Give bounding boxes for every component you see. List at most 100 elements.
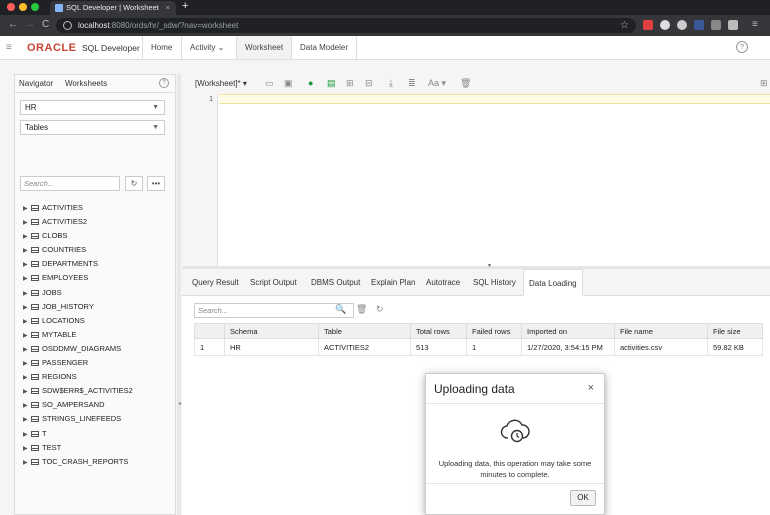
extension-icon[interactable] [677, 20, 687, 30]
collapse-down-icon[interactable]: ▾ [488, 262, 491, 269]
tab-data-modeler[interactable]: Data Modeler [291, 36, 358, 59]
object-type-select[interactable]: Tables ▼ [20, 120, 165, 135]
expand-icon[interactable]: ▶ [23, 230, 31, 244]
tree-item-table[interactable]: ▶ LOCATIONS [23, 314, 173, 328]
tab-worksheet[interactable]: Worksheet [236, 36, 292, 59]
expand-icon[interactable]: ▶ [23, 301, 31, 315]
tree-item-table[interactable]: ▶ EMPLOYEES [23, 271, 173, 285]
browser-tab[interactable]: SQL Developer | Worksheet × [50, 1, 176, 15]
tab-dbms-output[interactable]: DBMS Output [311, 269, 360, 296]
tree-item-table[interactable]: ▶ REGIONS [23, 370, 173, 384]
expand-icon[interactable]: ▶ [23, 272, 31, 286]
expand-icon[interactable]: ▶ [23, 357, 31, 371]
minimize-window-icon[interactable] [19, 3, 27, 11]
expand-icon[interactable]: ▶ [23, 244, 31, 258]
trash-icon[interactable]: 🗑 [460, 78, 471, 89]
expand-icon[interactable]: ▶ [23, 202, 31, 216]
help-icon[interactable]: ? [736, 41, 748, 53]
tab-sql-history[interactable]: SQL History [473, 269, 516, 296]
expand-icon[interactable]: ▶ [23, 315, 31, 329]
table-row[interactable]: 1 HR ACTIVITIES2 513 1 1/27/2020, 3:54:1… [194, 338, 763, 356]
trash-icon[interactable]: 🗑 [356, 304, 367, 315]
expand-icon[interactable]: ▶ [23, 258, 31, 272]
extension-icon[interactable] [711, 20, 721, 30]
expand-icon[interactable]: ▶ [23, 428, 31, 442]
reload-icon[interactable]: C [42, 19, 49, 30]
tree-item-table[interactable]: ▶ CLOBS [23, 229, 173, 243]
text-case-icon[interactable]: Aa ▾ [428, 78, 446, 89]
close-window-icon[interactable] [7, 3, 15, 11]
tree-item-table[interactable]: ▶ T [23, 427, 173, 441]
more-options-button[interactable]: ••• [147, 176, 165, 191]
column-header[interactable]: Failed rows [466, 323, 522, 339]
tree-item-table[interactable]: ▶ ACTIVITIES [23, 201, 173, 215]
tab-data-loading[interactable]: Data Loading [523, 269, 583, 296]
address-bar[interactable]: localhost:8080/ords/hr/_sdw/?nav=workshe… [56, 18, 636, 33]
column-header[interactable]: Total rows [410, 323, 467, 339]
tree-item-table[interactable]: ▶ STRINGS_LINEFEEDS [23, 412, 173, 426]
settings-icon[interactable]: ⊞ [760, 78, 768, 89]
refresh-button[interactable]: ↻ [125, 176, 143, 191]
tab-query-result[interactable]: Query Result [192, 269, 239, 296]
expand-icon[interactable]: ▶ [23, 329, 31, 343]
tab-script-output[interactable]: Script Output [250, 269, 297, 296]
bookmark-star-icon[interactable]: ☆ [620, 18, 629, 33]
column-header[interactable]: Table [318, 323, 411, 339]
panel-splitter[interactable]: ◂ [177, 74, 181, 515]
help-icon[interactable]: ? [159, 78, 169, 88]
expand-icon[interactable]: ▶ [23, 371, 31, 385]
refresh-icon[interactable]: ↻ [376, 304, 384, 315]
extension-icon[interactable] [660, 20, 670, 30]
info-icon[interactable] [63, 21, 72, 30]
expand-icon[interactable]: ▶ [23, 287, 31, 301]
close-icon[interactable]: × [588, 382, 594, 394]
open-folder-icon[interactable]: ▭ [265, 78, 274, 89]
run-icon[interactable]: ● [308, 78, 313, 88]
extension-icon[interactable] [643, 20, 653, 30]
expand-icon[interactable]: ▶ [23, 413, 31, 427]
column-header[interactable] [194, 323, 225, 339]
tree-item-table[interactable]: ▶ DEPARTMENTS [23, 257, 173, 271]
expand-icon[interactable]: ▶ [23, 399, 31, 413]
tab-explain-plan[interactable]: Explain Plan [371, 269, 415, 296]
search-icon[interactable]: 🔍 [335, 304, 346, 315]
tree-item-table[interactable]: ▶ TOC_CRASH_REPORTS [23, 455, 173, 469]
column-header[interactable]: File name [614, 323, 708, 339]
hamburger-menu-icon[interactable]: ≡ [6, 42, 12, 53]
save-icon[interactable]: ▣ [284, 78, 293, 89]
tab-autotrace[interactable]: Autotrace [426, 269, 460, 296]
worksheet-name[interactable]: [Worksheet]* ▾ [195, 79, 247, 88]
column-header[interactable]: Imported on [521, 323, 615, 339]
ok-button[interactable]: OK [570, 490, 596, 506]
tree-item-table[interactable]: ▶ SO_AMPERSAND [23, 398, 173, 412]
menu-icon[interactable]: ≡ [752, 19, 758, 30]
back-icon[interactable]: ← [8, 19, 18, 30]
explain-plan-icon[interactable]: ⊞ [346, 78, 354, 89]
run-script-icon[interactable]: ▤ [327, 78, 336, 89]
expand-icon[interactable]: ▶ [23, 343, 31, 357]
expand-icon[interactable]: ▶ [23, 216, 31, 230]
forward-icon[interactable]: → [25, 19, 35, 30]
column-header[interactable]: Schema [224, 323, 319, 339]
expand-icon[interactable]: ▶ [23, 442, 31, 456]
tree-item-table[interactable]: ▶ COUNTRIES [23, 243, 173, 257]
tab-worksheets[interactable]: Worksheets [65, 79, 107, 88]
tree-item-table[interactable]: ▶ MYTABLE [23, 328, 173, 342]
tree-item-table[interactable]: ▶ SDW$ERR$_ACTIVITIES2 [23, 384, 173, 398]
results-search-input[interactable]: Search... [194, 303, 354, 318]
tree-item-table[interactable]: ▶ TEST [23, 441, 173, 455]
new-tab-button[interactable]: + [182, 0, 188, 12]
autotrace-icon[interactable]: ⊟ [365, 78, 373, 89]
format-icon[interactable]: ≣ [408, 78, 416, 89]
tab-navigator[interactable]: Navigator [19, 79, 53, 88]
schema-select[interactable]: HR ▼ [20, 100, 165, 115]
tree-item-table[interactable]: ▶ OSDDMW_DIAGRAMS [23, 342, 173, 356]
tab-home[interactable]: Home [142, 36, 180, 59]
download-icon[interactable]: ⤓ [389, 78, 393, 89]
expand-icon[interactable]: ▶ [23, 456, 31, 470]
extension-icon[interactable] [728, 20, 738, 30]
tree-item-table[interactable]: ▶ JOB_HISTORY [23, 300, 173, 314]
navigator-search-input[interactable]: Search... [20, 176, 120, 191]
expand-icon[interactable]: ▶ [23, 385, 31, 399]
close-tab-icon[interactable]: × [166, 1, 170, 15]
